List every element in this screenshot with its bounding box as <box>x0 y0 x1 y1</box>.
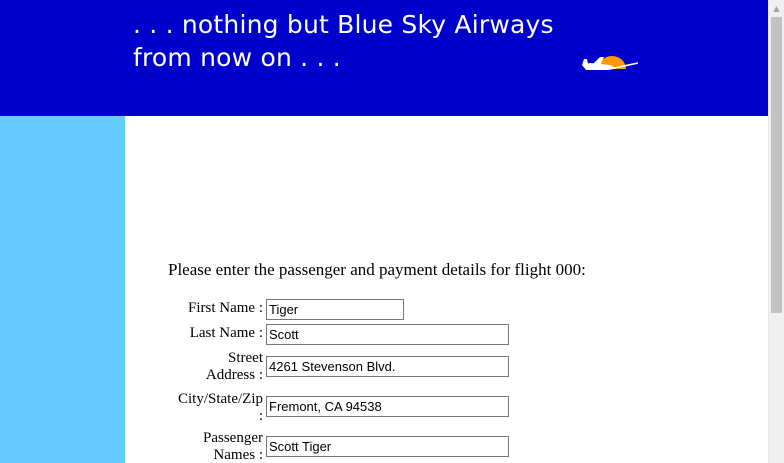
left-sidebar <box>0 116 125 463</box>
street-address-label-line1: Street <box>228 350 263 366</box>
page: . . . nothing but Blue Sky Airways from … <box>0 0 784 463</box>
scrollbar-thumb[interactable] <box>771 17 782 313</box>
last-name-label: Last Name : <box>189 325 263 341</box>
last-name-field[interactable] <box>266 324 509 345</box>
city-state-zip-field[interactable] <box>266 396 509 417</box>
tagline-line2: from now on . . . <box>133 43 341 72</box>
form-intro: Please enter the passenger and payment d… <box>168 260 586 279</box>
vertical-scrollbar[interactable]: ▲ <box>768 0 784 463</box>
first-name-label: First Name : <box>188 300 263 316</box>
first-name-field[interactable] <box>266 299 404 320</box>
city-state-zip-label-line1: City/State/Zip <box>178 391 263 407</box>
tagline-line1: . . . nothing but Blue Sky Airways <box>133 10 554 39</box>
passenger-names-label-line1: Passenger <box>203 430 263 446</box>
city-state-zip-label: City/State/Zip : <box>153 391 263 425</box>
tagline: . . . nothing but Blue Sky Airways from … <box>133 8 563 74</box>
passenger-names-field[interactable] <box>266 436 509 457</box>
street-address-label-line2: Address : <box>205 367 263 383</box>
main-content: Please enter the passenger and payment d… <box>125 116 768 463</box>
header-banner: . . . nothing but Blue Sky Airways from … <box>0 0 768 116</box>
passenger-names-label: Passenger Names : <box>153 430 263 463</box>
city-state-zip-label-line2: : <box>258 408 263 424</box>
scroll-up-arrow-icon[interactable]: ▲ <box>769 0 784 17</box>
passenger-names-label-line2: Names : <box>213 447 263 463</box>
plane-sunset-logo-icon <box>582 56 639 70</box>
street-address-field[interactable] <box>266 356 509 377</box>
street-address-label: Street Address : <box>153 350 263 384</box>
